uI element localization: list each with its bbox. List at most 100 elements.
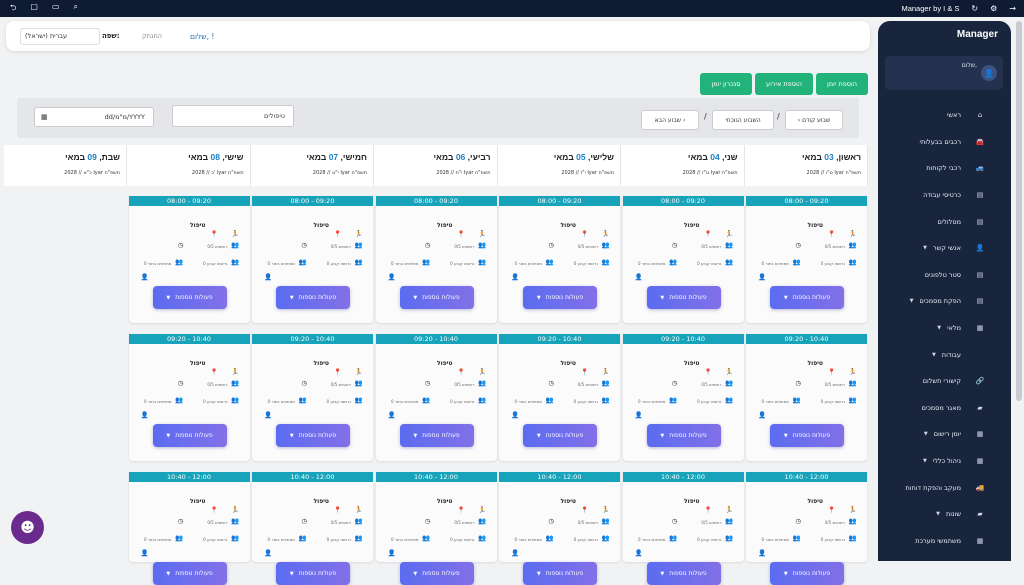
chatbot-icon[interactable]: ☻ [11,511,44,544]
more-actions-button[interactable]: ▼ פעולות נוספות [276,424,350,447]
window-icon[interactable]: ▭ [52,2,60,16]
user-check-icon[interactable]: 👤 [141,550,149,557]
users-group-icon: 👥 [175,534,184,542]
user-check-icon[interactable]: 👤 [141,412,149,419]
time-slot-card[interactable]: 09:20 - 10:40 טיפול 🏃 📍 👥 0/5 רשומים ◷ 👥 0 נרשמו… [375,334,497,461]
sidebar-item[interactable]: מעקב והפקת דוחות 🚚 [878,474,1011,501]
more-actions-button[interactable]: ▼ פעולות נוספות [152,424,227,447]
user-check-icon[interactable]: 👤 [511,550,519,557]
sync-diary-button[interactable]: סנכרון יומן [700,73,752,95]
time-slot-card[interactable]: 08:00 - 09:20 טיפול 🏃 📍 👥 0/5 רשומים ◷ 👥 0 נרשמו… [499,196,620,323]
more-actions-button[interactable]: ▼ פעולות נוספות [770,424,844,447]
slot-time: 10:40 - 12:00 [499,472,620,482]
user-check-icon[interactable]: 👤 [758,274,766,281]
running-icon: 🏃 [848,230,857,238]
sidebar-item[interactable]: ▼ אנשי קשר 👤 [878,235,1011,262]
sidebar-item[interactable]: ▼ יומן רישום ▦ [878,421,1011,448]
more-actions-button[interactable]: ▼ פעולות נוספות [152,562,227,585]
scrollbar[interactable] [1016,21,1022,401]
user-check-icon[interactable]: 👤 [511,412,519,419]
time-slot-card[interactable]: 10:40 - 12:00 טיפול 🏃 📍 👥 0/5 רשומים ◷ 👥 0 נרשמו… [746,472,867,585]
time-slot-card[interactable]: 09:20 - 10:40 טיפול 🏃 📍 👥 0/5 רשומים ◷ 👥 0 נרשמו… [622,334,744,461]
sidebar-item[interactable]: ▼ הפקת מסמכים ▤ [878,288,1011,315]
time-slot-card[interactable]: 08:00 - 09:20 טיפול 🏃 📍 👥 0/5 רשומים ◷ 👥 0 נרשמו… [622,196,744,323]
sidebar-item[interactable]: ראשי ⌂ [878,102,1011,129]
sidebar-item[interactable]: ▼ ניהול כללי ▦ [878,448,1011,475]
user-check-icon[interactable]: 👤 [635,550,643,557]
time-slot-card[interactable]: 09:20 - 10:40 טיפול 🏃 📍 👥 0/5 רשומים ◷ 👥 0 נרשמו… [746,334,867,461]
refresh-icon[interactable]: ↻ [971,4,978,13]
more-actions-button[interactable]: ▼ פעולות נוספות [646,562,721,585]
user-check-icon[interactable]: 👤 [141,274,149,281]
more-actions-button[interactable]: ▼ פעולות נוספות [646,424,721,447]
time-slot-card[interactable]: 10:40 - 12:00 טיפול 🏃 📍 👥 0/5 רשומים ◷ 👥 0 נרשמו… [128,472,250,585]
sidebar-item[interactable]: רכבי לקוחות 🚙 [878,155,1011,182]
sidebar-item[interactable]: ▼ עבודות [878,341,1011,368]
caret-down-icon: ▼ [660,570,665,577]
next-week-button[interactable]: שבוע הבא ‹ [641,110,699,130]
more-actions-button[interactable]: ▼ פעולות נוספות [276,286,350,309]
user-check-icon[interactable]: 👤 [264,550,272,557]
user-card[interactable]: שלום, 👤 [885,56,1003,90]
current-week-button[interactable]: השבוע הנוכחי [712,110,774,130]
location-icon: 📍 [457,506,466,514]
back-icon[interactable]: ⮌ [10,2,16,16]
time-slot-card[interactable]: 10:40 - 12:00 טיפול 🏃 📍 👥 0/5 רשומים ◷ 👥 0 נרשמו… [252,472,373,585]
time-slot-card[interactable]: 08:00 - 09:20 טיפול 🏃 📍 👥 0/5 רשומים ◷ 👥 0 נרשמו… [128,196,250,323]
more-actions-button[interactable]: ▼ פעולות נוספות [399,562,474,585]
sidebar-item[interactable]: סטר טלפונים ▤ [878,262,1011,289]
time-slot-card[interactable]: 10:40 - 12:00 טיפול 🏃 📍 👥 0/5 רשומים ◷ 👥 0 נרשמו… [622,472,744,585]
more-actions-button[interactable]: ▼ פעולות נוספות [276,562,350,585]
sidebar-item[interactable]: כרטיסי עבודה ▤ [878,182,1011,209]
user-check-icon[interactable]: 👤 [635,274,643,281]
add-event-button[interactable]: הוספת אירוע [755,73,813,95]
add-diary-button[interactable]: הוספת יומן [816,73,868,95]
time-slot-card[interactable]: 09:20 - 10:40 טיפול 🏃 📍 👥 0/5 רשומים ◷ 👥 0 נרשמו… [128,334,250,461]
calendar-icon[interactable]: ▦ [41,113,48,121]
more-actions-button[interactable]: ▼ פעולות נוספות [399,424,474,447]
time-slot-card[interactable]: 09:20 - 10:40 טיפול 🏃 📍 👥 0/5 רשומים ◷ 👥 0 נרשמו… [252,334,373,461]
user-check-icon[interactable]: 👤 [388,412,396,419]
more-actions-button[interactable]: ▼ פעולות נוספות [523,562,597,585]
user-check-icon[interactable]: 👤 [511,274,519,281]
user-check-icon[interactable]: 👤 [635,412,643,419]
user-check-icon[interactable]: 👤 [388,550,396,557]
more-actions-button[interactable]: ▼ פעולות נוספות [399,286,474,309]
search-input[interactable]: טיפולים [172,105,294,127]
language-select[interactable]: עברית (ישראל) [20,28,100,45]
registrants-label: 0/5 רשומים [454,382,475,387]
time-slot-card[interactable]: 08:00 - 09:20 טיפול 🏃 📍 👥 0/5 רשומים ◷ 👥 0 נרשמו… [746,196,867,323]
more-actions-button[interactable]: ▼ פעולות נוספות [523,424,597,447]
more-actions-button[interactable]: ▼ פעולות נוספות [646,286,721,309]
more-actions-button[interactable]: ▼ פעולות נוספות [523,286,597,309]
sidebar-item[interactable]: מאגר מסמכים ▰ [878,395,1011,422]
user-check-icon[interactable]: 👤 [388,274,396,281]
forward-icon[interactable]: → [1009,4,1016,13]
sidebar-item[interactable]: קישורי תשלום 🔗 [878,368,1011,395]
logout-link[interactable]: התנתק [142,32,162,40]
settings-icon[interactable]: ⚙ [990,4,997,13]
time-slot-card[interactable]: 10:40 - 12:00 טיפול 🏃 📍 👥 0/5 רשומים ◷ 👥 0 נרשמו… [375,472,497,585]
registered-label: 0 נרשמו קבוע [203,261,228,266]
date-input[interactable]: ▦ dd/מ"מ/YYYY [34,107,154,127]
time-slot-card[interactable]: 10:40 - 12:00 טיפול 🏃 📍 👥 0/5 רשומים ◷ 👥 0 נרשמו… [499,472,620,585]
user-check-icon[interactable]: 👤 [758,550,766,557]
prev-week-button[interactable]: › שבוע קודם [785,110,843,130]
more-actions-button[interactable]: ▼ פעולות נוספות [152,286,227,309]
square-icon[interactable]: ▢ [30,2,38,16]
more-actions-button[interactable]: ▼ פעולות נוספות [770,562,844,585]
user-check-icon[interactable]: 👤 [264,274,272,281]
time-slot-card[interactable]: 09:20 - 10:40 טיפול 🏃 📍 👥 0/5 רשומים ◷ 👥 0 נרשמו… [499,334,620,461]
more-actions-button[interactable]: ▼ פעולות נוספות [770,286,844,309]
inspect-icon[interactable]: ⌕ [74,2,78,16]
sidebar-item[interactable]: מסלולים ▤ [878,208,1011,235]
sidebar-item[interactable]: רכבים בבעלותי 🚘 [878,129,1011,156]
sidebar-item[interactable]: ▼ שונות ▰ [878,501,1011,528]
user-check-icon[interactable]: 👤 [758,412,766,419]
time-slot-card[interactable]: 08:00 - 09:20 טיפול 🏃 📍 👥 0/5 רשומים ◷ 👥 0 נרשמו… [252,196,373,323]
user-check-icon[interactable]: 👤 [264,412,272,419]
time-slot-card[interactable]: 08:00 - 09:20 טיפול 🏃 📍 👥 0/5 רשומים ◷ 👥 0 נרשמו… [375,196,497,323]
sidebar-item[interactable]: משתמשי מערכת ▦ [878,528,1011,555]
chevron-down-icon: ▼ [909,298,914,305]
sidebar-item[interactable]: ▼ מלאי ▦ [878,315,1011,342]
